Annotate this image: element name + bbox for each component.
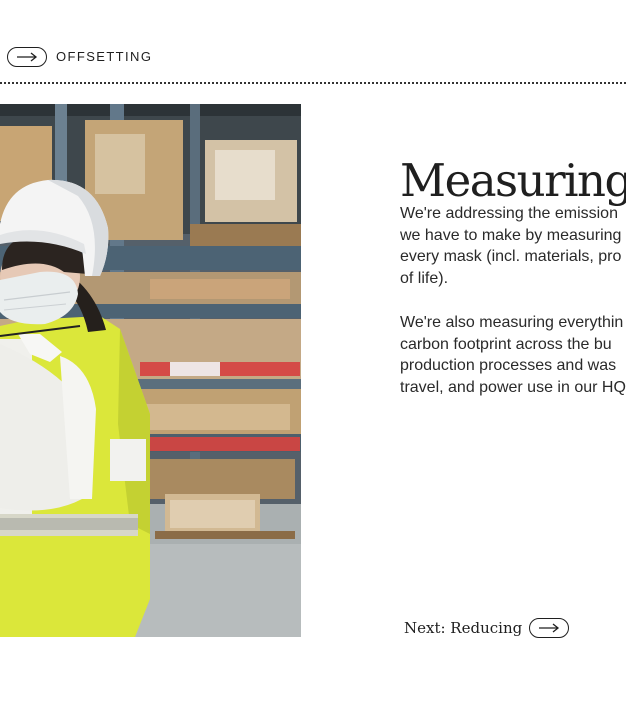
hero-photo-worker-in-warehouse: [0, 104, 301, 637]
page-title: Measuring: [400, 154, 626, 208]
paragraph-line: carbon footprint across the bu: [400, 335, 612, 353]
next-reducing-link[interactable]: Next: Reducing: [404, 619, 522, 637]
section-arrow-button[interactable]: [7, 47, 47, 67]
section-label[interactable]: OFFSETTING: [56, 49, 152, 64]
arrow-right-icon: [17, 52, 38, 62]
detail-paragraph: We're also measuring everythin carbon fo…: [400, 312, 626, 398]
paragraph-line: production processes and was: [400, 357, 617, 374]
paragraph-line: every mask (incl. materials, pro: [400, 248, 622, 265]
arrow-right-icon: [539, 623, 560, 633]
dotted-divider: [0, 82, 626, 84]
paragraph-line: We're also measuring everythin: [400, 314, 624, 331]
next-arrow-button[interactable]: [529, 618, 569, 638]
paragraph-line: We're addressing the emission: [400, 205, 618, 222]
paragraph-line: we have to make by measuring: [400, 226, 622, 244]
paragraph-line: of life).: [400, 269, 449, 287]
intro-paragraph: We're addressing the emission we have to…: [400, 203, 626, 289]
paragraph-line: travel, and power use in our HQ: [400, 378, 626, 396]
